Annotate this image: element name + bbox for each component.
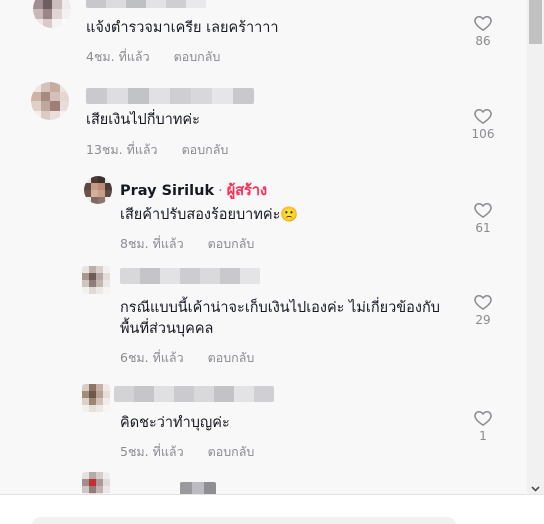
like-button[interactable]: 29: [468, 292, 498, 327]
comment-text: คิดชะว่าทำบุญค่ะ: [120, 415, 230, 431]
comment-meta: 5ชม. ที่แล้ว ตอบกลับ: [120, 442, 254, 462]
comment-item: เสียเงินไปกี่บาทค่ะ 13ชม. ที่แล้ว ตอบกลั…: [0, 78, 527, 168]
like-count: 61: [475, 221, 491, 235]
comment-reply-item: [0, 470, 527, 494]
like-button[interactable]: 86: [468, 13, 498, 48]
comment-item: แจ้งตำรวจมาเครีย เลยคร้าาาา 4ชม. ที่แล้ว…: [0, 0, 527, 70]
like-count: 1: [479, 429, 487, 443]
comment-time: 4ชม. ที่แล้ว: [86, 49, 150, 64]
comment-text: เสียเงินไปกี่บาทค่ะ: [86, 112, 200, 128]
comment-input[interactable]: [32, 517, 456, 524]
reply-button[interactable]: ตอบกลับ: [182, 140, 229, 160]
vertical-scrollbar[interactable]: [527, 0, 544, 494]
avatar[interactable]: [31, 82, 69, 120]
scrollbar-thumb[interactable]: [529, 0, 542, 44]
comment-text: เสียค้าปรับสองร้อยบาทค่ะ🙁: [120, 207, 299, 223]
username-blurred[interactable]: [86, 88, 254, 104]
comment-meta: 8ชม. ที่แล้ว ตอบกลับ: [120, 234, 254, 254]
avatar[interactable]: [82, 384, 110, 412]
comment-input-bar: [0, 494, 544, 524]
comment-meta: 13ชม. ที่แล้ว ตอบกลับ: [86, 140, 228, 160]
username-blurred[interactable]: [86, 0, 206, 8]
author-name[interactable]: Pray Siriluk: [120, 183, 214, 199]
reply-button[interactable]: ตอบกลับ: [174, 47, 221, 67]
avatar[interactable]: [82, 472, 110, 494]
avatar[interactable]: [33, 0, 71, 28]
comment-reply-item: กรณีแบบนี้เค้าน่าจะเก็บเงินไปเองค่ะ ไม่เ…: [0, 262, 527, 372]
like-button[interactable]: 106: [468, 106, 498, 141]
heart-outline-icon: [474, 109, 492, 124]
reply-button[interactable]: ตอบกลับ: [208, 442, 255, 462]
like-button[interactable]: 61: [468, 200, 498, 235]
username-blurred[interactable]: [120, 268, 260, 284]
comment-text: กรณีแบบนี้เค้าน่าจะเก็บเงินไปเองค่ะ ไม่เ…: [120, 300, 440, 337]
comment-list[interactable]: แจ้งตำรวจมาเครีย เลยคร้าาาา 4ชม. ที่แล้ว…: [0, 0, 527, 494]
comment-time: 6ชม. ที่แล้ว: [120, 350, 184, 365]
heart-outline-icon: [474, 411, 492, 426]
avatar[interactable]: [82, 266, 110, 294]
comment-time: 13ชม. ที่แล้ว: [86, 142, 158, 157]
like-count: 29: [475, 313, 491, 327]
username-blurred[interactable]: [114, 386, 274, 402]
heart-outline-icon: [474, 16, 492, 31]
comment-time: 5ชม. ที่แล้ว: [120, 444, 184, 459]
username-blurred[interactable]: [180, 482, 216, 494]
comment-text: แจ้งตำรวจมาเครีย เลยคร้าาาา: [86, 20, 279, 36]
reply-button[interactable]: ตอบกลับ: [208, 348, 255, 368]
comment-time: 8ชม. ที่แล้ว: [120, 236, 184, 251]
like-count: 106: [471, 127, 495, 141]
comment-meta: 6ชม. ที่แล้ว ตอบกลับ: [120, 348, 254, 368]
separator-dot: ·: [218, 183, 223, 199]
heart-outline-icon: [474, 295, 492, 310]
heart-outline-icon: [474, 203, 492, 218]
comment-reply-item: Pray Siriluk · ผู้สร้าง เสียค้าปรับสองร้อย…: [0, 170, 527, 258]
comment-reply-item: คิดชะว่าทำบุญค่ะ 5ชม. ที่แล้ว ตอบกลับ 1: [0, 380, 527, 468]
reply-button[interactable]: ตอบกลับ: [208, 234, 255, 254]
creator-name-line: Pray Siriluk · ผู้สร้าง: [120, 179, 267, 202]
creator-avatar[interactable]: [84, 176, 112, 204]
like-count: 86: [475, 34, 491, 48]
creator-badge: ผู้สร้าง: [226, 183, 268, 199]
comment-meta: 4ชม. ที่แล้ว ตอบกลับ: [86, 47, 220, 67]
like-button[interactable]: 1: [468, 408, 498, 443]
chevron-down-icon[interactable]: [531, 486, 540, 492]
